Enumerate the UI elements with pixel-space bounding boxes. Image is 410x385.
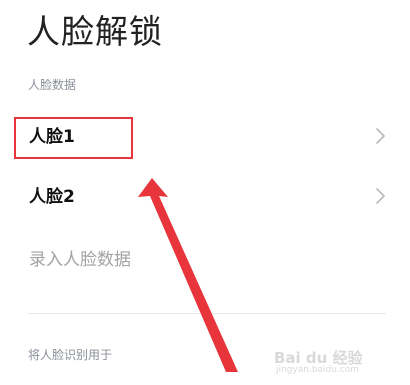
add-face-data-label: 录入人脸数据 [29,250,131,270]
section-header-face-data: 人脸数据 [28,78,77,92]
watermark-subtext: jingyan.baidu.com [276,365,360,375]
face-item-label: 人脸1 [29,127,75,147]
face-item-2[interactable]: 人脸2 [0,177,410,217]
watermark: Bai du 经验 jingyan.baidu.com [262,337,404,379]
face-item-1[interactable]: 人脸1 [0,117,410,157]
add-face-data-button[interactable]: 录入人脸数据 [0,240,410,280]
watermark-text: Bai du 经验 [274,349,363,367]
chevron-right-icon [376,128,385,144]
face-item-label: 人脸2 [29,187,75,207]
section-header-usage: 将人脸识别用于 [28,348,113,362]
divider [28,313,386,314]
chevron-right-icon [376,188,385,204]
page-title: 人脸解锁 [27,12,163,51]
